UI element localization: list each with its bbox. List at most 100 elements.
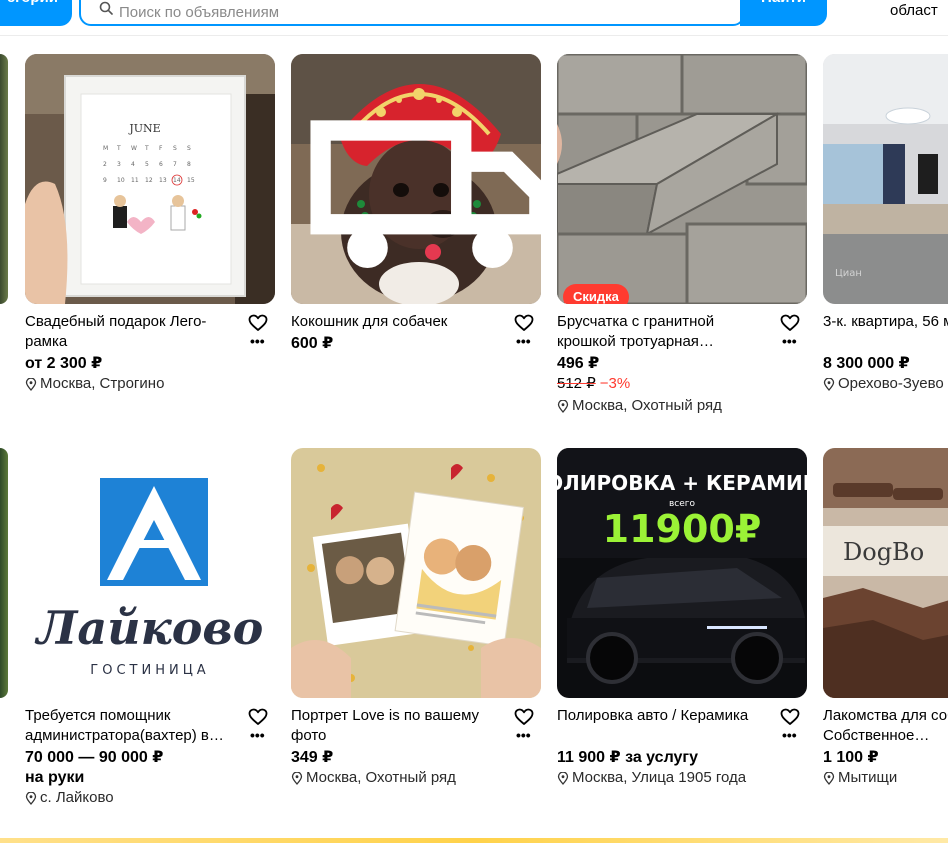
location-pin-icon (557, 771, 569, 785)
header: егории Найти област (0, 0, 948, 36)
listing-card[interactable]: Кокошник для собачек ••• 600 ₽ (291, 54, 541, 352)
listing-price: 70 000 — 90 000 ₽ (25, 749, 164, 766)
listing-card[interactable]: Скидка Брусчатка с гранитной крошкой тро… (557, 54, 807, 414)
location-pin-icon (823, 771, 835, 785)
location-pin-icon (291, 771, 303, 785)
location-pin-icon (25, 791, 37, 805)
favorite-heart-icon[interactable] (514, 708, 534, 726)
listing-title[interactable]: Полировка авто / Керамика (557, 706, 772, 726)
location-text: с. Лайково (40, 789, 114, 806)
listing-photo[interactable]: JUNE MTWTFSS 2345678 9 10 11 12 13 14 15 (25, 54, 275, 304)
more-options-icon[interactable]: ••• (782, 334, 798, 348)
listing-title[interactable]: Свадебный подарок Лего-рамка (25, 312, 240, 352)
hotel-sub-text: ГОСТИНИЦА (90, 663, 209, 678)
listing-price-suffix: на руки (25, 769, 85, 786)
svg-text:S: S (173, 145, 177, 152)
brand-label-text: DogBo (843, 538, 924, 566)
listing-location: Москва, Охотный ряд (291, 768, 456, 788)
listing-title[interactable]: Портрет Love is по вашему фото (291, 706, 506, 746)
svg-text:5: 5 (145, 161, 149, 168)
card-edge-left[interactable] (0, 448, 8, 698)
location-text: Мытищи (838, 769, 898, 786)
search-input[interactable] (119, 2, 719, 22)
svg-text:T: T (144, 145, 149, 152)
svg-text:13: 13 (159, 177, 167, 184)
svg-text:Циан: Циан (835, 268, 862, 279)
favorite-heart-icon[interactable] (248, 314, 268, 332)
svg-text:T: T (116, 145, 121, 152)
listing-photo[interactable]: Скидка (557, 54, 807, 304)
listing-title[interactable]: Брусчатка с гранитной крошкой тротуарная… (557, 312, 772, 352)
favorite-heart-icon[interactable] (248, 708, 268, 726)
promo-headline: ПОЛИРОВКА + КЕРАМИКА (557, 471, 807, 495)
listing-title[interactable]: Кокошник для собачек (291, 312, 506, 332)
promo-amount: 11900₽ (603, 507, 762, 551)
svg-text:10: 10 (117, 177, 125, 184)
search-box[interactable] (79, 0, 745, 26)
listing-card[interactable]: JUNE MTWTFSS 2345678 9 10 11 12 13 14 15 Сваде… (25, 54, 275, 392)
listing-photo[interactable]: Циан (823, 54, 948, 304)
listing-card[interactable]: DogBo Лакомства для собак Собственное… 1… (823, 448, 948, 808)
svg-text:M: M (103, 145, 108, 152)
svg-text:12: 12 (145, 177, 153, 184)
location-text: Орехово-Зуево (838, 375, 944, 392)
listing-photo[interactable]: DogBo (823, 448, 948, 698)
more-options-icon[interactable]: ••• (516, 728, 532, 742)
listing-price: от 2 300 ₽ (25, 355, 103, 372)
location-text: Москва, Охотный ряд (572, 397, 722, 414)
listing-price: 600 ₽ (291, 335, 334, 352)
svg-text:JUNE: JUNE (128, 122, 160, 135)
favorite-heart-icon[interactable] (780, 708, 800, 726)
more-options-icon[interactable]: ••• (782, 728, 798, 742)
svg-text:2: 2 (103, 161, 107, 168)
listing-price: 349 ₽ (291, 749, 334, 766)
listing-card[interactable]: Портрет Love is по вашему фото ••• 349 ₽… (291, 448, 541, 786)
all-categories-button[interactable]: егории (0, 0, 72, 26)
listing-card[interactable]: Лайково ГОСТИНИЦА Требуется помощник адм… (25, 448, 275, 806)
svg-text:9: 9 (103, 177, 107, 184)
location-pin-icon (823, 377, 835, 391)
listing-title[interactable]: 3-к. квартира, 56 м², 2/9 эт. (823, 312, 948, 332)
more-options-icon[interactable]: ••• (516, 334, 532, 348)
svg-text:W: W (131, 145, 137, 152)
favorite-heart-icon[interactable] (780, 314, 800, 332)
listing-card[interactable]: ПОЛИРОВКА + КЕРАМИКА всего 11900₽ Полиро… (557, 448, 807, 786)
listing-location: Орехово-Зуево (823, 374, 944, 394)
more-options-icon[interactable]: ••• (250, 728, 266, 742)
search-icon (99, 1, 113, 15)
find-button[interactable]: Найти (740, 0, 827, 26)
region-selector[interactable]: област (890, 2, 938, 19)
listing-photo[interactable] (291, 54, 541, 304)
location-text: Москва, Охотный ряд (306, 769, 456, 786)
svg-text:15: 15 (187, 177, 195, 184)
listing-location: Москва, Улица 1905 года (557, 768, 746, 788)
listing-price: 11 900 ₽ за услугу (557, 749, 698, 766)
listing-photo[interactable]: Лайково ГОСТИНИЦА (25, 448, 275, 698)
listing-location: с. Лайково (25, 788, 114, 808)
sale-badge: Скидка (563, 284, 629, 304)
listing-location: Москва, Охотный ряд (557, 396, 722, 416)
svg-text:7: 7 (173, 161, 177, 168)
svg-text:4: 4 (131, 161, 135, 168)
listing-price: 496 ₽ (557, 355, 600, 372)
listing-photo[interactable] (291, 448, 541, 698)
listing-card[interactable]: Циан 3-к. квартира, 56 м², 2/9 эт. 8 300… (823, 54, 948, 414)
listing-photo[interactable]: ПОЛИРОВКА + КЕРАМИКА всего 11900₽ (557, 448, 807, 698)
listing-location: Мытищи (823, 768, 897, 788)
svg-text:6: 6 (159, 161, 163, 168)
svg-text:8: 8 (187, 161, 191, 168)
svg-text:3: 3 (117, 161, 121, 168)
svg-text:11: 11 (131, 177, 139, 184)
favorite-heart-icon[interactable] (514, 314, 534, 332)
bottom-accent-bar (0, 838, 948, 843)
svg-text:14: 14 (173, 177, 181, 184)
listing-price: 1 100 ₽ (823, 749, 879, 766)
listing-price: 8 300 000 ₽ (823, 355, 910, 372)
location-pin-icon (557, 399, 569, 413)
card-edge-left[interactable] (0, 54, 8, 304)
more-options-icon[interactable]: ••• (250, 334, 266, 348)
listing-title[interactable]: Требуется помощник администратора(вахтер… (25, 706, 240, 746)
location-text: Москва, Строгино (40, 375, 165, 392)
discount-percent: −3% (599, 375, 631, 392)
listing-title[interactable]: Лакомства для собак Собственное… (823, 706, 948, 746)
